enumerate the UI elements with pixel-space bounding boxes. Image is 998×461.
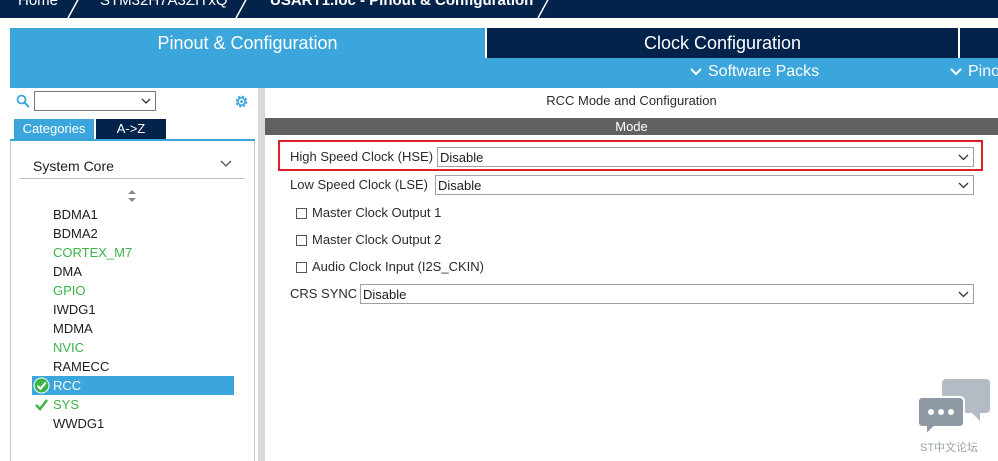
- chevron-right-icon: [67, 0, 79, 18]
- list-item-gpio[interactable]: GPIO: [32, 281, 234, 300]
- check-icon: [35, 399, 48, 411]
- page-title: RCC Mode and Configuration: [546, 93, 717, 108]
- breadcrumb-file[interactable]: USART1.ioc - Pinout & Configuration: [270, 0, 533, 9]
- tab-pinout-configuration[interactable]: Pinout & Configuration: [10, 28, 485, 58]
- sort-icon[interactable]: [127, 190, 137, 202]
- lse-select[interactable]: Disable: [435, 175, 974, 195]
- chevron-down-icon: [950, 68, 962, 76]
- mco1-checkbox[interactable]: [296, 208, 307, 219]
- sub-toolbar: Software Packs Pino: [10, 58, 998, 88]
- list-item-label: RAMECC: [53, 359, 110, 374]
- list-item-label: GPIO: [53, 283, 86, 298]
- list-item-label: IWDG1: [53, 302, 96, 317]
- list-item-label: DMA: [53, 264, 82, 279]
- breadcrumb-device[interactable]: STM32H7A3ZITxQ: [100, 0, 228, 9]
- list-item-bdma1[interactable]: BDMA1: [32, 205, 234, 224]
- list-item-label: MDMA: [53, 321, 93, 336]
- mco2-checkbox[interactable]: [296, 235, 307, 246]
- lse-label: Low Speed Clock (LSE): [290, 177, 429, 192]
- chevron-down-icon: [958, 291, 969, 298]
- breadcrumb-home[interactable]: Home: [18, 0, 58, 9]
- gear-icon[interactable]: [233, 93, 250, 110]
- main-tabs: Pinout & Configuration Clock Configurati…: [0, 28, 998, 58]
- pinout-menu[interactable]: Pino: [950, 63, 998, 81]
- crs-select[interactable]: Disable: [360, 284, 974, 304]
- panel-splitter[interactable]: [258, 88, 265, 461]
- mco2-label: Master Clock Output 2: [312, 232, 442, 247]
- tab-categories[interactable]: Categories: [14, 119, 94, 139]
- chevron-down-icon: [958, 182, 969, 189]
- list-item-label: BDMA1: [53, 207, 98, 222]
- list-item-cortex-m7[interactable]: CORTEX_M7: [32, 243, 234, 262]
- list-item-dma[interactable]: DMA: [32, 262, 234, 281]
- list-item-label: BDMA2: [53, 226, 98, 241]
- highlight-box: [278, 140, 983, 171]
- chevron-down-icon: [141, 98, 151, 104]
- software-packs-label: Software Packs: [708, 63, 820, 80]
- tab-a-to-z[interactable]: A->Z: [96, 119, 166, 139]
- mco1-label: Master Clock Output 1: [312, 205, 442, 220]
- audio-clock-label: Audio Clock Input (I2S_CKIN): [312, 259, 484, 274]
- list-item-label: CORTEX_M7: [53, 245, 133, 260]
- list-item-iwdg1[interactable]: IWDG1: [32, 300, 234, 319]
- list-item-label: NVIC: [53, 340, 85, 355]
- tab-overflow[interactable]: [960, 28, 998, 58]
- list-item-label: SYS: [53, 397, 80, 412]
- lse-select-value: Disable: [438, 178, 482, 193]
- group-title-system-core[interactable]: System Core: [33, 158, 114, 174]
- list-item-wwdg1[interactable]: WWDG1: [32, 414, 234, 433]
- list-item-bdma2[interactable]: BDMA2: [32, 224, 234, 243]
- software-packs-menu[interactable]: Software Packs: [690, 63, 819, 81]
- watermark-text: ST中文论坛: [920, 442, 979, 454]
- divider: [20, 178, 244, 179]
- list-item-label: RCC: [53, 378, 82, 393]
- chevron-down-icon: [690, 68, 702, 76]
- chevron-right-icon: [235, 0, 247, 18]
- search-icon: [16, 94, 30, 108]
- list-item-rcc[interactable]: RCC: [32, 376, 234, 395]
- peripheral-list: BDMA1 BDMA2 CORTEX_M7 DMA GPIO IWDG1 MDM…: [32, 205, 234, 433]
- list-item-ramecc[interactable]: RAMECC: [32, 357, 234, 376]
- tab-clock-configuration[interactable]: Clock Configuration: [487, 28, 958, 58]
- crs-select-value: Disable: [363, 287, 407, 302]
- chevron-right-icon: [537, 0, 549, 18]
- list-item-sys[interactable]: SYS: [32, 395, 234, 414]
- audio-clock-checkbox[interactable]: [296, 262, 307, 273]
- search-input[interactable]: [34, 91, 156, 111]
- list-item-mdma[interactable]: MDMA: [32, 319, 234, 338]
- list-item-label: WWDG1: [53, 416, 105, 431]
- pinout-label: Pino: [968, 63, 998, 80]
- mode-section-header[interactable]: Mode: [265, 118, 998, 135]
- chat-bubbles-icon: [918, 379, 990, 437]
- list-item-nvic[interactable]: NVIC: [32, 338, 234, 357]
- breadcrumb: Home STM32H7A3ZITxQ USART1.ioc - Pinout …: [0, 0, 998, 18]
- check-circle-icon: [33, 377, 50, 394]
- crs-label: CRS SYNC: [290, 286, 358, 301]
- chevron-down-icon[interactable]: [220, 160, 232, 168]
